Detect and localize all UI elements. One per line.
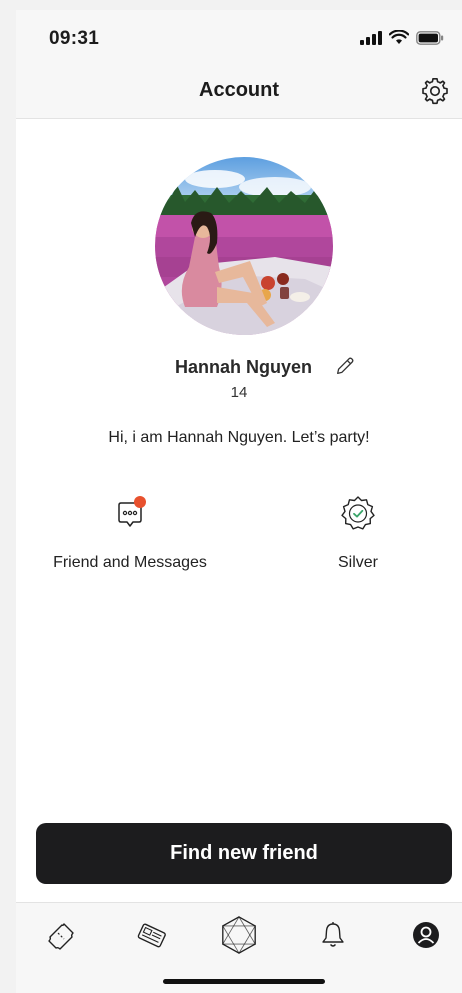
- page-title: Account: [199, 79, 279, 101]
- ticket-icon: [48, 923, 74, 950]
- tab-bar: [16, 902, 462, 993]
- home-indicator: [163, 979, 325, 984]
- status-bar: 09:31: [16, 10, 462, 62]
- pencil-icon[interactable]: [334, 355, 356, 377]
- notification-dot: [134, 496, 146, 508]
- profile-name-row: Hannah Nguyen: [16, 355, 462, 381]
- status-icons: [360, 30, 444, 45]
- tab-home[interactable]: [219, 915, 259, 955]
- find-new-friend-button[interactable]: Find new friend: [36, 823, 452, 884]
- hexagon-icon: [222, 916, 256, 954]
- friend-and-messages-button[interactable]: Friend and Messages: [30, 494, 230, 574]
- profile-name: Hannah Nguyen: [175, 357, 313, 377]
- silver-tier-button[interactable]: Silver: [258, 494, 458, 574]
- wifi-icon: [389, 30, 409, 44]
- nav-bar: Account: [16, 62, 462, 119]
- badge-check-icon: [341, 496, 375, 530]
- tab-news[interactable]: [132, 915, 172, 955]
- battery-icon: [416, 30, 444, 45]
- silver-tier-label: Silver: [337, 554, 378, 571]
- tab-notifications[interactable]: [313, 915, 353, 955]
- newspaper-icon: [137, 923, 166, 948]
- signal-icon: [360, 30, 382, 45]
- bell-icon: [322, 922, 344, 947]
- chat-bubble-icon: [118, 496, 146, 527]
- tab-profile[interactable]: [406, 915, 446, 955]
- status-time: 09:31: [49, 28, 100, 49]
- profile-bio: Hi, i am Hannah Nguyen. Let’s party!: [108, 429, 370, 446]
- friend-and-messages-label: Friend and Messages: [53, 554, 207, 571]
- avatar[interactable]: [155, 157, 333, 335]
- tab-tickets[interactable]: [42, 915, 82, 955]
- profile-icon: [413, 922, 439, 948]
- profile-age: 14: [230, 384, 248, 401]
- app-screen: 09:31 Account Hannah Nguyen 14 Hi, i am …: [16, 10, 462, 993]
- avatar-photo: [155, 157, 333, 335]
- gear-icon[interactable]: [420, 76, 450, 106]
